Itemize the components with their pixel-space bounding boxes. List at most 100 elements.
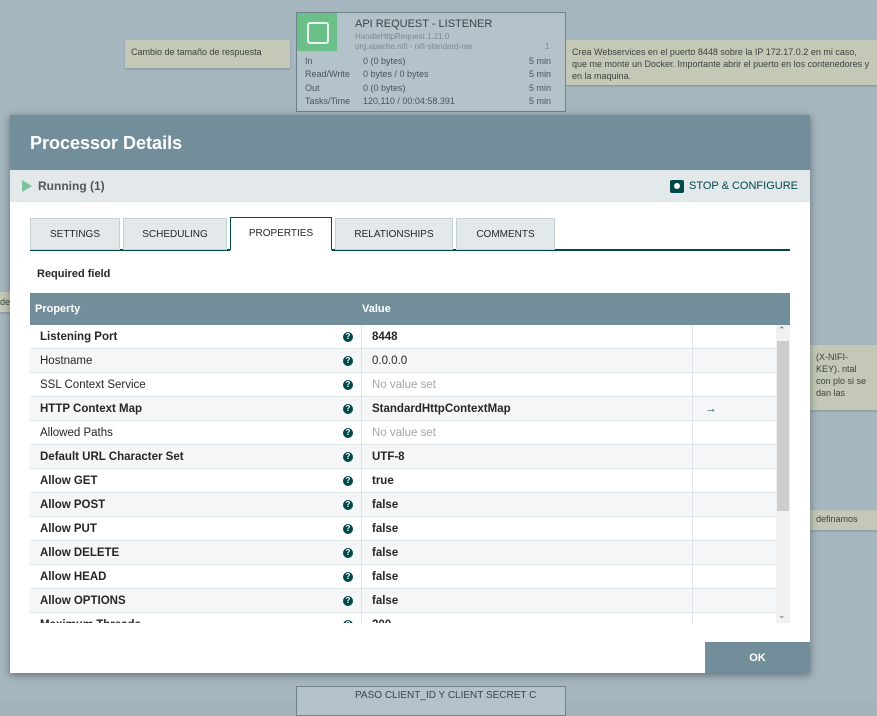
canvas-note-label[interactable]: Crea Webservices en el puerto 8448 sobre… [566, 40, 877, 85]
property-name: Default URL Character Set? [30, 445, 362, 468]
stat-window: 5 min [528, 83, 551, 93]
help-icon[interactable]: ? [343, 595, 353, 606]
table-row[interactable]: Allow HEAD? false [30, 565, 776, 589]
property-value[interactable]: UTF-8 [362, 445, 693, 468]
help-icon[interactable]: ? [343, 403, 353, 414]
table-row[interactable]: HTTP Context Map? StandardHttpContextMap → [30, 397, 776, 421]
property-value[interactable]: 8448 [362, 325, 693, 348]
property-label: Listening Port [40, 330, 118, 343]
property-name: Allow GET? [30, 469, 362, 492]
value-text: 0.0.0.0 [372, 354, 408, 367]
stat-window: 5 min [528, 56, 551, 66]
tab-scheduling[interactable]: SCHEDULING [123, 218, 227, 250]
stop-configure-button[interactable]: STOP & CONFIGURE [669, 179, 798, 193]
property-value[interactable]: false [362, 517, 693, 540]
property-name: Allow HEAD? [30, 565, 362, 588]
value-text: 8448 [372, 330, 398, 343]
tab-relationships[interactable]: RELATIONSHIPS [335, 218, 453, 250]
help-icon[interactable]: ? [343, 427, 353, 438]
table-row[interactable]: SSL Context Service? No value set [30, 373, 776, 397]
required-field-legend: Required field [37, 268, 111, 280]
property-label: SSL Context Service [40, 378, 146, 391]
value-text: true [372, 474, 394, 487]
status-bar: Running (1) STOP & CONFIGURE [10, 170, 810, 202]
value-text: No value set [372, 426, 436, 439]
tab-properties[interactable]: PROPERTIES [230, 217, 332, 251]
tab-settings[interactable]: SETTINGS [30, 218, 120, 250]
stat-value: 120,110 / 00:04:58.391 [363, 96, 455, 106]
help-icon[interactable]: ? [343, 499, 353, 510]
processor-name: PASO CLIENT_ID Y CLIENT SECRET C [355, 690, 537, 701]
stat-value: 0 (0 bytes) [363, 83, 406, 93]
property-label: HTTP Context Map [40, 402, 143, 415]
property-value[interactable]: 0.0.0.0 [362, 349, 693, 372]
run-count: (1) [90, 179, 105, 193]
property-label: Allow POST [40, 498, 106, 511]
scrollbar-thumb[interactable] [777, 341, 789, 511]
help-icon[interactable]: ? [343, 547, 353, 558]
value-text: UTF-8 [372, 450, 405, 463]
go-to-arrow-icon[interactable]: → [705, 403, 717, 415]
table-row[interactable]: Maximum Threads? 200 [30, 613, 776, 623]
property-name: Listening Port? [30, 325, 362, 348]
dialog-title: Processor Details [10, 115, 810, 170]
processor-name: API REQUEST - LISTENER [355, 18, 493, 30]
scrollbar[interactable]: ⌃ ⌄ [776, 325, 790, 623]
ok-button[interactable]: OK [705, 642, 810, 673]
canvas-note-label[interactable]: definamos [810, 510, 877, 530]
property-value[interactable]: 200 [362, 613, 693, 623]
run-status: Running [38, 179, 87, 193]
property-label: Allow PUT [40, 522, 97, 535]
help-icon[interactable]: ? [343, 523, 353, 534]
property-value[interactable]: StandardHttpContextMap [362, 397, 693, 420]
value-text: false [372, 570, 399, 583]
table-row[interactable]: Allow GET? true [30, 469, 776, 493]
property-value[interactable]: false [362, 565, 693, 588]
table-row[interactable]: Allow PUT? false [30, 517, 776, 541]
column-property[interactable]: Property [30, 303, 362, 315]
table-row[interactable]: Allow POST? false [30, 493, 776, 517]
processor-api-request-listener[interactable]: API REQUEST - LISTENER HandleHttpRequest… [296, 12, 566, 112]
property-value[interactable]: false [362, 589, 693, 612]
help-icon[interactable]: ? [343, 619, 353, 623]
table-row[interactable]: Allow OPTIONS? false [30, 589, 776, 613]
table-row[interactable]: Default URL Character Set? UTF-8 [30, 445, 776, 469]
stat-window: 5 min [528, 96, 551, 106]
table-row[interactable]: Allow DELETE? false [30, 541, 776, 565]
help-icon[interactable]: ? [343, 571, 353, 582]
stat-window: 5 min [528, 69, 551, 79]
help-icon[interactable]: ? [343, 451, 353, 462]
stop-configure-label: STOP & CONFIGURE [688, 180, 798, 192]
canvas-note-label[interactable]: (X-NIFI-KEY). ntal con plo si se dan las [810, 345, 877, 410]
property-value[interactable]: false [362, 541, 693, 564]
value-text: false [372, 522, 399, 535]
properties-table: Property Value Listening Port? 8448 Hostna… [30, 293, 790, 623]
help-icon[interactable]: ? [343, 475, 353, 486]
help-icon[interactable]: ? [343, 355, 353, 366]
processor-icon [297, 13, 337, 51]
property-value[interactable]: No value set [362, 373, 693, 396]
help-icon[interactable]: ? [343, 331, 353, 342]
running-icon [22, 180, 32, 192]
table-row[interactable]: Hostname? 0.0.0.0 [30, 349, 776, 373]
property-name: Maximum Threads? [30, 613, 362, 623]
property-name: Allowed Paths? [30, 421, 362, 444]
property-value[interactable]: No value set [362, 421, 693, 444]
scroll-up-icon[interactable]: ⌃ [778, 325, 786, 336]
table-header: Property Value [30, 293, 790, 325]
processor-bundle: org.apache.nifi - nifi-standard-nar [355, 42, 473, 51]
property-value[interactable]: true [362, 469, 693, 492]
property-label: Allow GET [40, 474, 98, 487]
property-label: Allow HEAD [40, 570, 107, 583]
column-value[interactable]: Value [362, 303, 391, 315]
processor-paso-client[interactable]: PASO CLIENT_ID Y CLIENT SECRET C [296, 686, 566, 716]
canvas-note-label[interactable]: Cambio de tamaño de respuesta [125, 40, 290, 68]
help-icon[interactable]: ? [343, 379, 353, 390]
scroll-down-icon[interactable]: ⌄ [778, 610, 786, 621]
table-row[interactable]: Listening Port? 8448 [30, 325, 776, 349]
table-row[interactable]: Allowed Paths? No value set [30, 421, 776, 445]
tab-comments[interactable]: COMMENTS [456, 218, 555, 250]
thread-count: 1 [545, 42, 550, 51]
property-value[interactable]: false [362, 493, 693, 516]
property-name: HTTP Context Map? [30, 397, 362, 420]
